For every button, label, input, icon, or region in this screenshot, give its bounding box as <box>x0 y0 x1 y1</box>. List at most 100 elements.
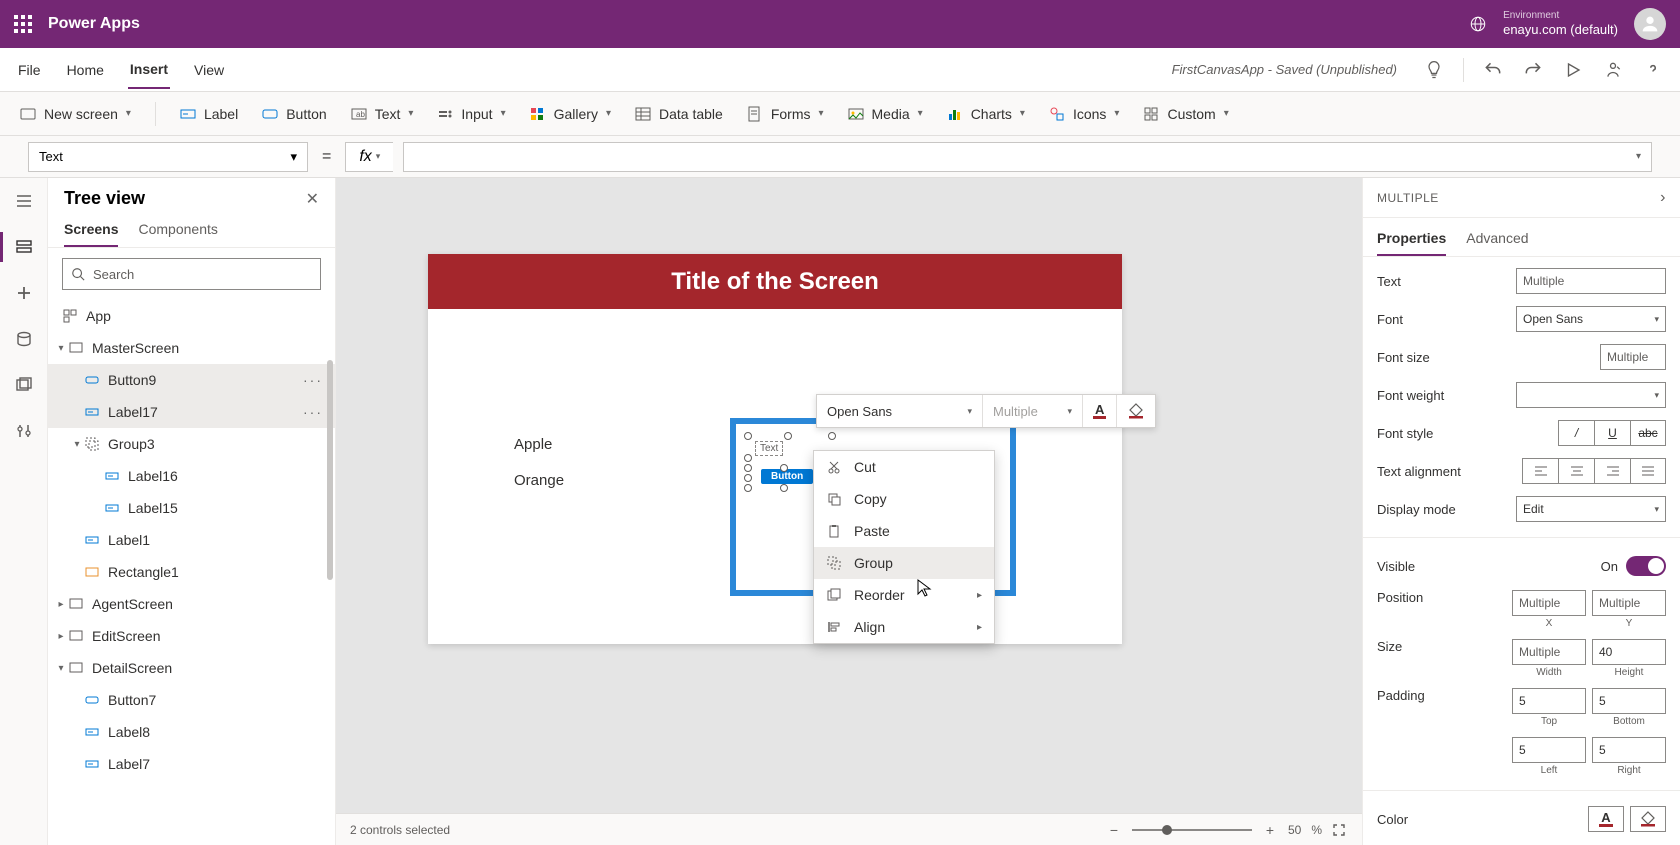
menu-insert[interactable]: Insert <box>128 51 170 89</box>
ribbon-button[interactable]: Button <box>262 106 326 122</box>
tree-item-label16[interactable]: Label16 <box>48 460 335 492</box>
tree-item-button7[interactable]: Button7 <box>48 684 335 716</box>
tree-item-button9[interactable]: Button9 ··· <box>48 364 335 396</box>
selection-handle[interactable] <box>744 484 752 492</box>
canvas-label-orange[interactable]: Orange <box>514 472 564 489</box>
fx-button[interactable]: fx▾ <box>345 142 393 172</box>
float-size-select[interactable]: Multiple▾ <box>983 395 1083 427</box>
tree-item-agentscreen[interactable]: ▸ AgentScreen <box>48 588 335 620</box>
align-left-button[interactable] <box>1522 458 1558 484</box>
props-header[interactable]: MULTIPLE › <box>1363 178 1680 218</box>
ribbon-custom[interactable]: Custom▾ <box>1143 106 1228 122</box>
selection-handle[interactable] <box>784 432 792 440</box>
tree-item-label8[interactable]: Label8 <box>48 716 335 748</box>
tree-item-label7[interactable]: Label7 <box>48 748 335 780</box>
ribbon-gallery[interactable]: Gallery▾ <box>530 106 611 122</box>
float-fill-color-button[interactable] <box>1117 395 1155 427</box>
prop-padding-top-input[interactable]: 5 <box>1512 688 1586 714</box>
tree-item-label17[interactable]: Label17 ··· <box>48 396 335 428</box>
property-selector[interactable]: Text ▾ <box>28 142 308 172</box>
rail-tree-view-icon[interactable] <box>13 236 35 258</box>
app-checker-icon[interactable] <box>1423 59 1445 81</box>
waffle-icon[interactable] <box>14 15 32 33</box>
prop-font-select[interactable]: Open Sans▾ <box>1516 306 1666 332</box>
tree-scrollbar-thumb[interactable] <box>327 360 333 580</box>
tree-tab-components[interactable]: Components <box>138 221 217 247</box>
menu-home[interactable]: Home <box>65 52 106 88</box>
prop-height-input[interactable]: 40 <box>1592 639 1666 665</box>
expand-toggle-icon[interactable]: ▾ <box>54 343 68 354</box>
ctx-paste[interactable]: Paste <box>814 515 994 547</box>
zoom-slider[interactable] <box>1132 829 1252 831</box>
float-text-color-button[interactable]: A <box>1083 395 1117 427</box>
prop-fill-color-button[interactable] <box>1630 806 1666 832</box>
undo-icon[interactable] <box>1482 59 1504 81</box>
ribbon-input[interactable]: Input▾ <box>437 106 505 122</box>
formula-expand-icon[interactable]: ▾ <box>1636 151 1641 162</box>
props-tab-advanced[interactable]: Advanced <box>1466 230 1528 256</box>
prop-text-color-button[interactable]: A <box>1588 806 1624 832</box>
canvas-inner[interactable]: Title of the Screen Apple Orange Text Bu… <box>336 178 1362 813</box>
user-avatar[interactable] <box>1634 8 1666 40</box>
tree-item-rectangle1[interactable]: Rectangle1 <box>48 556 335 588</box>
props-tab-properties[interactable]: Properties <box>1377 230 1446 256</box>
tree-close-icon[interactable]: ✕ <box>306 189 319 209</box>
ctx-group[interactable]: Group <box>814 547 994 579</box>
prop-padding-left-input[interactable]: 5 <box>1512 737 1586 763</box>
prop-text-input[interactable]: Multiple <box>1516 268 1666 294</box>
ribbon-datatable[interactable]: Data table <box>635 106 723 122</box>
tree-item-masterscreen[interactable]: ▾ MasterScreen <box>48 332 335 364</box>
ctx-copy[interactable]: Copy <box>814 483 994 515</box>
selection-handle[interactable] <box>744 454 752 462</box>
selection-handle[interactable] <box>744 464 752 472</box>
ribbon-text[interactable]: ab Text▾ <box>351 106 414 122</box>
ribbon-forms[interactable]: Forms▾ <box>747 106 824 122</box>
align-right-button[interactable] <box>1594 458 1630 484</box>
share-icon[interactable] <box>1602 59 1624 81</box>
align-justify-button[interactable] <box>1630 458 1666 484</box>
ribbon-new-screen[interactable]: New screen▾ <box>20 106 131 122</box>
tree-item-detailscreen[interactable]: ▾ DetailScreen <box>48 652 335 684</box>
expand-toggle-icon[interactable]: ▾ <box>70 439 84 450</box>
selection-handle[interactable] <box>744 432 752 440</box>
prop-displaymode-select[interactable]: Edit▾ <box>1516 496 1666 522</box>
prop-width-input[interactable]: Multiple <box>1512 639 1586 665</box>
tree-item-label1[interactable]: Label1 <box>48 524 335 556</box>
help-icon[interactable] <box>1642 59 1664 81</box>
menu-view[interactable]: View <box>192 52 226 88</box>
prop-padding-right-input[interactable]: 5 <box>1592 737 1666 763</box>
prop-position-y-input[interactable]: Multiple <box>1592 590 1666 616</box>
tree-tab-screens[interactable]: Screens <box>64 221 118 247</box>
screen-title-bar[interactable]: Title of the Screen <box>428 254 1122 309</box>
prop-padding-bottom-input[interactable]: 5 <box>1592 688 1666 714</box>
expand-toggle-icon[interactable]: ▸ <box>54 599 68 610</box>
zoom-out-button[interactable]: − <box>1106 822 1122 838</box>
italic-button[interactable]: / <box>1558 420 1594 446</box>
tree-item-group3[interactable]: ▾ Group3 <box>48 428 335 460</box>
tree-item-editscreen[interactable]: ▸ EditScreen <box>48 620 335 652</box>
ribbon-icons[interactable]: Icons▾ <box>1049 106 1120 122</box>
ctx-reorder[interactable]: Reorder ▸ <box>814 579 994 611</box>
rail-data-icon[interactable] <box>13 328 35 350</box>
ctx-align[interactable]: Align ▸ <box>814 611 994 643</box>
ribbon-label[interactable]: Label <box>180 106 238 122</box>
prop-fontsize-input[interactable]: Multiple <box>1600 344 1666 370</box>
align-center-button[interactable] <box>1558 458 1594 484</box>
expand-toggle-icon[interactable]: ▾ <box>54 663 68 674</box>
underline-button[interactable]: U <box>1594 420 1630 446</box>
expand-toggle-icon[interactable]: ▸ <box>54 631 68 642</box>
redo-icon[interactable] <box>1522 59 1544 81</box>
play-icon[interactable] <box>1562 59 1584 81</box>
ribbon-media[interactable]: Media▾ <box>848 106 923 122</box>
fit-to-screen-icon[interactable] <box>1332 823 1348 837</box>
tree-search-input[interactable]: Search <box>62 258 321 290</box>
ribbon-charts[interactable]: Charts▾ <box>947 106 1025 122</box>
tree-item-app[interactable]: App <box>48 300 335 332</box>
environment-block[interactable]: Environment enayu.com (default) <box>1503 9 1618 39</box>
canvas-label-apple[interactable]: Apple <box>514 436 552 453</box>
prop-position-x-input[interactable]: Multiple <box>1512 590 1586 616</box>
selection-handle[interactable] <box>780 464 788 472</box>
chevron-right-icon[interactable]: › <box>1660 189 1666 207</box>
canvas-selected-label-control[interactable]: Text <box>755 441 783 456</box>
selection-handle[interactable] <box>780 484 788 492</box>
